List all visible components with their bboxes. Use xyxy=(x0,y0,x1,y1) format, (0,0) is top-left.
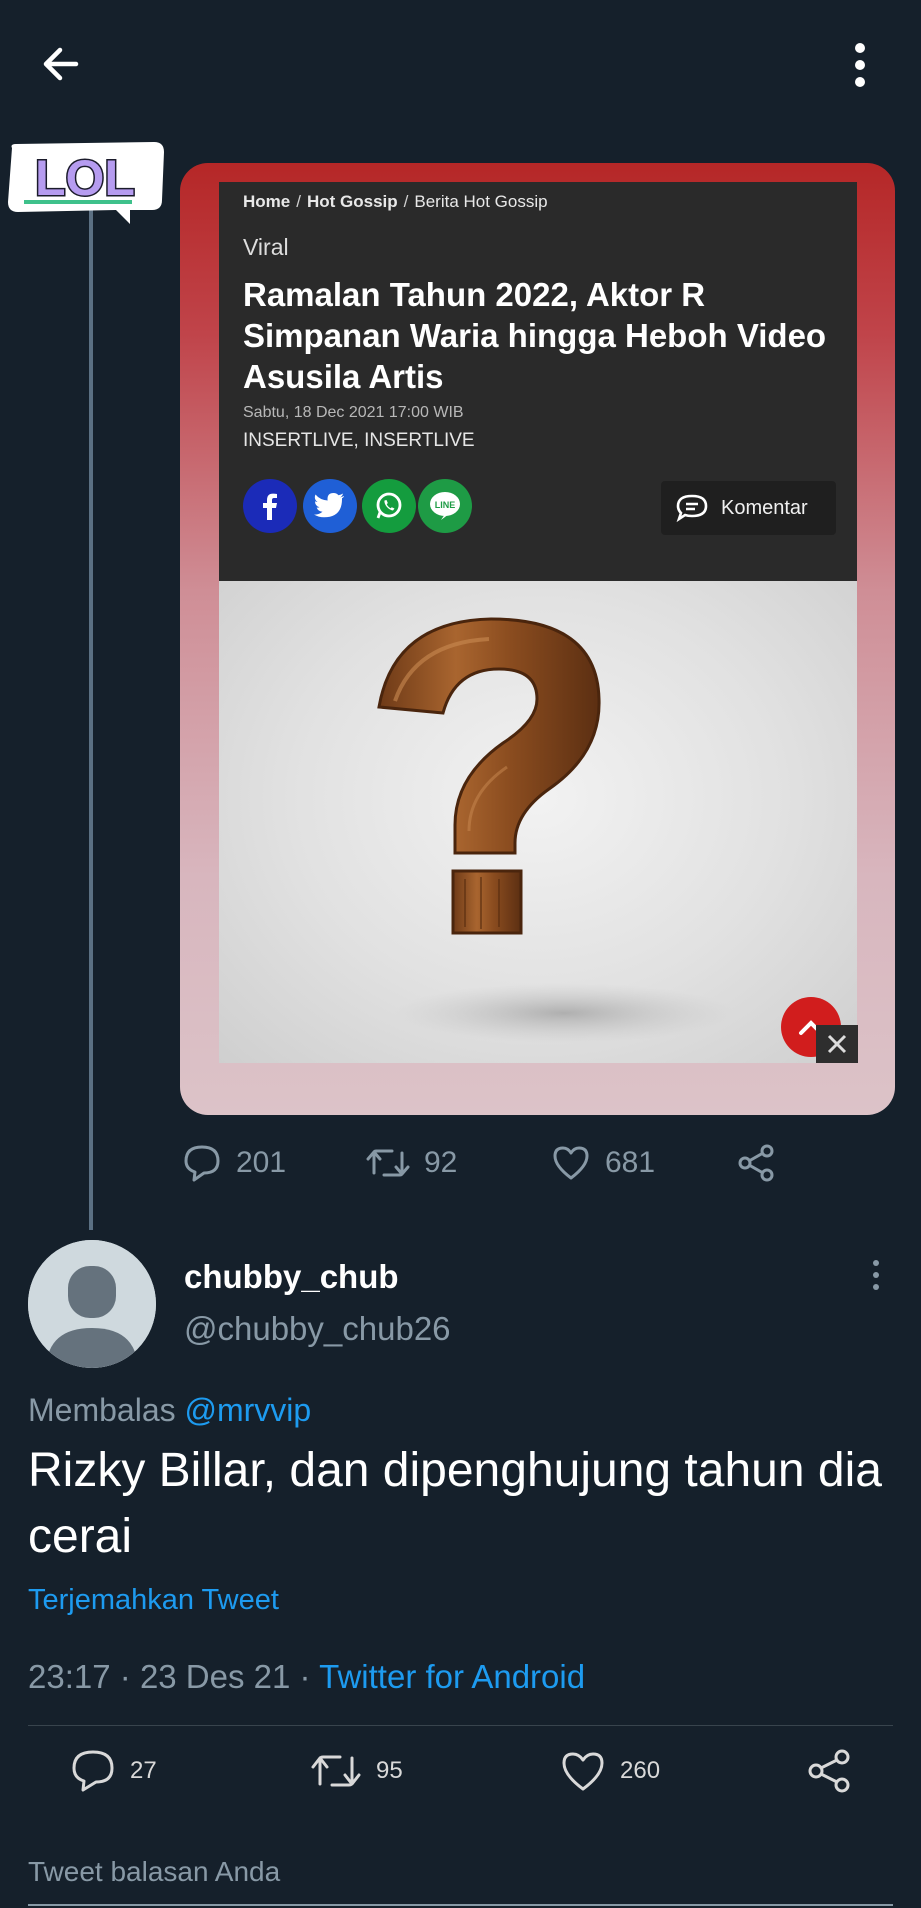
like-action[interactable]: 681 xyxy=(551,1143,655,1183)
meta-separator: · xyxy=(299,1658,311,1695)
avatar[interactable] xyxy=(28,1240,156,1368)
divider xyxy=(28,1725,893,1726)
default-avatar-icon xyxy=(28,1240,156,1368)
tweet-metadata: 23:17 · 23 Des 21 · Twitter for Android xyxy=(28,1658,585,1696)
comment-label: Komentar xyxy=(721,496,808,519)
close-ad-button xyxy=(816,1025,858,1063)
reply-action[interactable]: 27 xyxy=(70,1748,157,1794)
comment-button: Komentar xyxy=(661,481,836,535)
mention-link[interactable]: @mrvvip xyxy=(185,1392,312,1428)
reply-action[interactable]: 201 xyxy=(182,1143,286,1183)
comment-bubble-icon xyxy=(676,494,708,523)
tweet-time: 23:17 xyxy=(28,1658,111,1695)
reply-icon xyxy=(72,1750,114,1792)
reply-count: 27 xyxy=(130,1757,157,1784)
more-vertical-icon xyxy=(873,1260,879,1290)
lol-sticker: LOL xyxy=(2,140,168,226)
retweet-action[interactable]: 95 xyxy=(310,1748,403,1794)
retweet-action[interactable]: 92 xyxy=(366,1143,457,1183)
replying-prefix: Membalas xyxy=(28,1392,176,1428)
share-icon xyxy=(808,1749,850,1793)
tweet-date: 23 Des 21 xyxy=(139,1658,291,1695)
tweet-more-button[interactable] xyxy=(866,1258,886,1294)
whatsapp-icon xyxy=(362,479,416,533)
svg-text:LINE: LINE xyxy=(435,500,456,510)
article-date: Sabtu, 18 Dec 2021 17:00 WIB xyxy=(243,404,464,421)
line-icon: LINE xyxy=(418,479,472,533)
user-handle[interactable]: @chubby_chub26 xyxy=(184,1310,451,1348)
heart-icon xyxy=(553,1146,589,1180)
translate-tweet-link[interactable]: Terjemahkan Tweet xyxy=(28,1584,279,1617)
article-header: Home / Hot Gossip / Berita Hot Gossip Viral … xyxy=(219,182,857,581)
composer-underline xyxy=(28,1904,893,1906)
breadcrumb-home: Home xyxy=(243,192,291,211)
retweet-count: 95 xyxy=(376,1757,403,1784)
breadcrumb-separator: / xyxy=(296,192,301,211)
client-link[interactable]: Twitter for Android xyxy=(319,1658,585,1695)
article-source: INSERTLIVE, INSERTLIVE xyxy=(243,430,475,451)
tweet-text: Rizky Billar, dan dipenghujung tahun dia… xyxy=(28,1444,882,1563)
like-action[interactable]: 260 xyxy=(560,1748,660,1794)
share-icon xyxy=(738,1144,774,1182)
article-headline: Ramalan Tahun 2022, Aktor R Simpanan War… xyxy=(243,276,827,395)
like-count: 260 xyxy=(620,1757,661,1784)
more-options-button[interactable] xyxy=(840,36,880,96)
reply-composer-input[interactable]: Tweet balasan Anda xyxy=(28,1856,280,1888)
question-mark-image xyxy=(219,581,857,1063)
retweet-count: 92 xyxy=(424,1146,458,1179)
heart-icon xyxy=(562,1752,604,1791)
breadcrumb: Home / Hot Gossip / Berita Hot Gossip xyxy=(243,192,548,212)
share-action[interactable] xyxy=(806,1748,852,1794)
article-tag: Viral xyxy=(243,234,289,260)
breadcrumb-separator: / xyxy=(403,192,409,211)
like-count: 681 xyxy=(605,1146,656,1179)
thread-line xyxy=(89,200,93,1230)
arrow-left-icon xyxy=(43,47,79,81)
meta-separator: · xyxy=(119,1658,131,1695)
retweet-icon xyxy=(366,1149,410,1177)
close-icon xyxy=(827,1034,847,1054)
more-vertical-icon xyxy=(855,43,865,87)
breadcrumb-page: Berita Hot Gossip xyxy=(414,192,548,211)
reply-count: 201 xyxy=(236,1146,287,1179)
breadcrumb-category: Hot Gossip xyxy=(306,192,398,211)
twitter-icon xyxy=(303,479,357,533)
replying-to: Membalas @mrvvip xyxy=(28,1392,311,1429)
svg-text:LOL: LOL xyxy=(35,150,135,206)
facebook-icon xyxy=(243,479,297,533)
share-action[interactable] xyxy=(736,1143,776,1183)
display-name[interactable]: chubby_chub xyxy=(184,1258,399,1296)
back-button[interactable] xyxy=(36,36,96,96)
retweet-icon xyxy=(311,1755,361,1787)
reply-icon xyxy=(184,1145,220,1182)
tweet-media-image[interactable]: Home / Hot Gossip / Berita Hot Gossip Viral … xyxy=(180,163,895,1115)
